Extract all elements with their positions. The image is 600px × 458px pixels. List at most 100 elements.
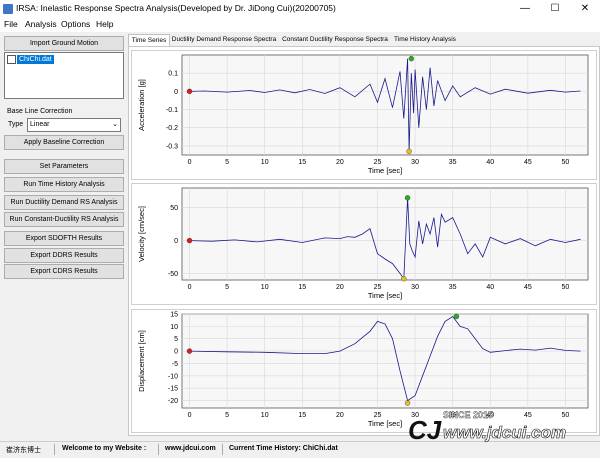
min-marker (406, 148, 412, 155)
x-tick-label: 45 (524, 159, 532, 166)
run-time-history-button[interactable]: Run Time History Analysis (4, 177, 124, 192)
export-sdofth-button[interactable]: Export SDOFTH Results (4, 231, 124, 246)
y-tick-label: -5 (172, 361, 178, 368)
plot-area (181, 187, 589, 281)
max-marker (408, 55, 415, 62)
acceleration-chart[interactable]: 0 5 10 15 20 25 30 35 40 45 50 0.1 0 -0.1 -0.2 -0.3 Time… (132, 51, 596, 179)
baseline-group-label: Base Line Correction (7, 108, 73, 115)
record-list[interactable]: ChiChi.dat (4, 52, 124, 99)
import-ground-motion-button[interactable]: Import Ground Motion (4, 36, 124, 51)
status-separator (222, 444, 223, 455)
x-axis-label: Time [sec] (368, 419, 402, 428)
max-marker (453, 313, 460, 320)
export-ddrs-button[interactable]: Export DDRS Results (4, 248, 124, 263)
start-marker (186, 348, 193, 354)
min-marker (404, 400, 411, 406)
menu-options[interactable]: Options (61, 19, 90, 29)
y-tick-label: 0 (174, 238, 178, 245)
watermark-url: www.jdcui.com (443, 423, 567, 443)
y-tick-label: 5 (174, 336, 178, 343)
status-author: 崔济东博士 (6, 447, 41, 454)
x-tick-label: 30 (411, 159, 419, 166)
x-tick-label: 25 (374, 284, 382, 291)
y-tick-label: 15 (170, 312, 178, 319)
set-parameters-button[interactable]: Set Parameters (4, 159, 124, 174)
plot-area (181, 313, 589, 409)
baseline-type-select[interactable]: Linear ⌄ (27, 118, 121, 132)
record-name: ChiChi.dat (17, 55, 54, 64)
chevron-down-icon: ⌄ (112, 121, 118, 128)
acceleration-chart-frame: 0 5 10 15 20 25 30 35 40 45 50 0.1 0 -0.1 -0.2 -0.3 Time… (131, 50, 597, 180)
maximize-button[interactable]: ☐ (540, 0, 570, 18)
y-tick-label: 0 (174, 89, 178, 96)
y-tick-label: 0.1 (168, 71, 178, 78)
minimize-button[interactable]: — (510, 0, 540, 18)
x-tick-label: 25 (374, 412, 382, 419)
y-tick-label: -50 (168, 271, 178, 278)
x-tick-label: 15 (298, 284, 306, 291)
tab-constant-ductility[interactable]: Constant Ductility Response Spectra (280, 34, 390, 46)
y-axis-label: Displacement [cm] (137, 330, 146, 392)
menu-analysis[interactable]: Analysis (25, 19, 57, 29)
x-tick-label: 40 (486, 284, 494, 291)
status-separator (158, 444, 159, 455)
status-welcome: Welcome to my Website : (62, 445, 147, 452)
x-tick-label: 35 (449, 159, 457, 166)
run-constant-ductility-button[interactable]: Run Constant-Ductility RS Analysis (4, 212, 124, 227)
velocity-chart[interactable]: 0 5 10 15 20 25 30 35 40 45 50 50 0 -50 Time [sec] Velo… (132, 184, 596, 304)
start-marker (186, 237, 193, 244)
tab-time-history[interactable]: Time History Analysis (392, 34, 458, 46)
baseline-type-value: Linear (30, 121, 50, 128)
start-marker (186, 88, 193, 95)
plot-area (181, 54, 589, 156)
x-axis-label: Time [sec] (368, 166, 402, 175)
x-tick-label: 15 (298, 412, 306, 419)
x-tick-label: 10 (261, 159, 269, 166)
y-tick-label: 0 (174, 349, 178, 356)
x-tick-label: 5 (225, 412, 229, 419)
x-axis-label: Time [sec] (368, 291, 402, 300)
menu-file[interactable]: File (4, 19, 18, 29)
y-tick-label: 50 (170, 205, 178, 212)
menu-bar: File Analysis Options Help (0, 18, 600, 32)
window-title: IRSA: Inelastic Response Spectra Analysi… (16, 3, 336, 13)
status-website[interactable]: www.jdcui.com (165, 445, 216, 452)
x-tick-label: 5 (225, 159, 229, 166)
x-tick-label: 10 (261, 284, 269, 291)
x-tick-label: 5 (225, 284, 229, 291)
x-tick-label: 50 (562, 284, 570, 291)
x-tick-label: 20 (336, 412, 344, 419)
watermark-since: SINCE 2015 (443, 410, 494, 420)
velocity-chart-frame: 0 5 10 15 20 25 30 35 40 45 50 50 0 -50 Time [sec] Velo… (131, 183, 597, 305)
y-tick-label: -20 (168, 398, 178, 405)
tab-ductility-demand[interactable]: Ductility Demand Response Spectra (170, 34, 278, 46)
status-current-file: Current Time History: ChiChi.dat (229, 445, 338, 452)
x-tick-label: 0 (188, 412, 192, 419)
min-marker (401, 275, 407, 282)
y-tick-label: 10 (170, 324, 178, 331)
y-axis-label: Acceleration [g] (137, 79, 146, 131)
watermark: CJ SINCE 2015 www.jdcui.com (408, 410, 600, 450)
x-tick-label: 20 (336, 159, 344, 166)
export-cdrs-button[interactable]: Export CDRS Results (4, 264, 124, 279)
x-tick-label: 30 (411, 284, 419, 291)
x-tick-label: 15 (298, 159, 306, 166)
x-tick-label: 25 (374, 159, 382, 166)
x-tick-label: 45 (524, 284, 532, 291)
run-ductility-demand-button[interactable]: Run Ductility Demand RS Analysis (4, 195, 124, 210)
menu-help[interactable]: Help (96, 19, 113, 29)
x-tick-label: 0 (188, 159, 192, 166)
record-checkbox[interactable] (7, 55, 16, 64)
x-tick-label: 40 (486, 159, 494, 166)
y-tick-label: -15 (168, 386, 178, 393)
y-tick-label: -0.1 (166, 107, 178, 114)
close-button[interactable]: ✕ (570, 0, 600, 18)
apply-baseline-button[interactable]: Apply Baseline Correction (4, 135, 124, 150)
x-tick-label: 10 (261, 412, 269, 419)
status-separator (54, 444, 55, 455)
time-series-panel: 0 5 10 15 20 25 30 35 40 45 50 0.1 0 -0.1 -0.2 -0.3 Time… (128, 46, 600, 436)
title-bar: IRSA: Inelastic Response Spectra Analysi… (0, 0, 600, 18)
x-tick-label: 20 (336, 284, 344, 291)
y-tick-label: -10 (168, 373, 178, 380)
x-tick-label: 50 (562, 159, 570, 166)
